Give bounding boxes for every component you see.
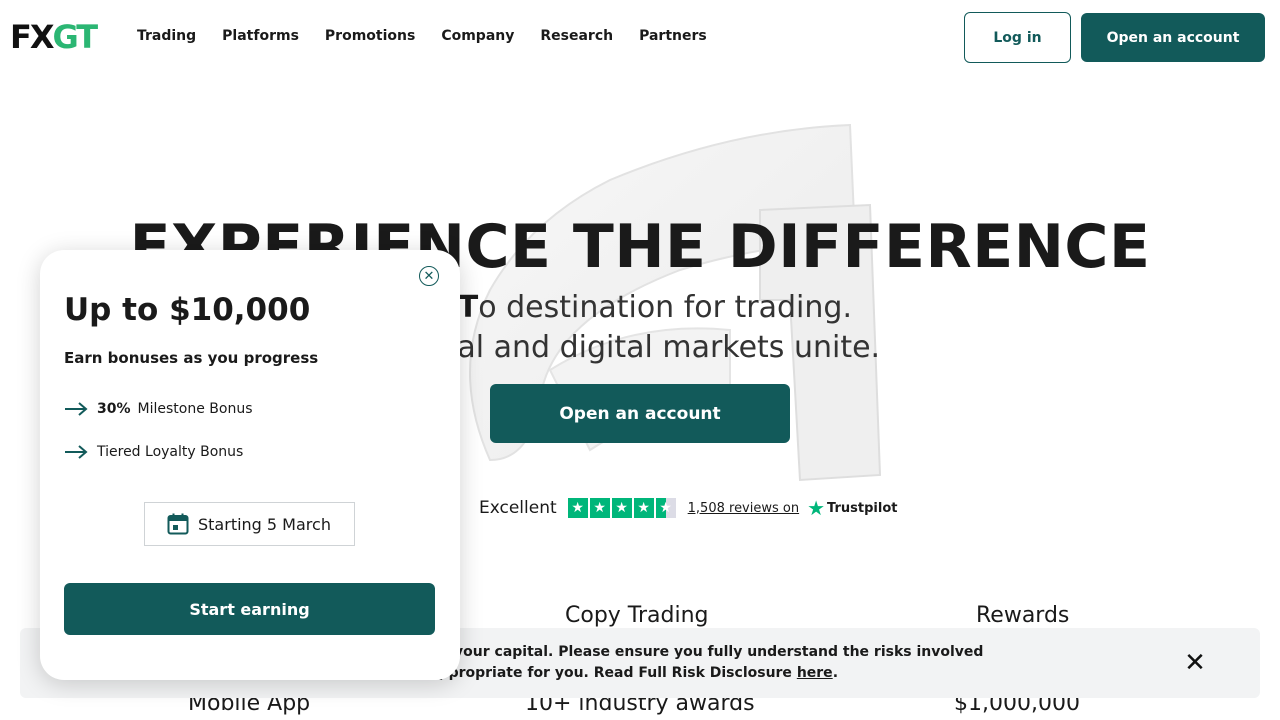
feature-rewards[interactable]: Rewards [976,603,1069,628]
nav-item-platforms[interactable]: Platforms [222,28,299,44]
arrow-right-icon [65,445,88,459]
page: FX GT Trading Platforms Promotions Compa… [0,0,1280,720]
star-icon: ★ [633,498,654,518]
close-circle-icon[interactable]: ✕ [419,266,439,286]
bonus-promo-popup: ✕ Up to $10,000 Earn bonuses as you prog… [40,250,460,680]
nav-item-promotions[interactable]: Promotions [325,28,415,44]
calendar-icon [167,513,189,535]
trustpilot-logo[interactable]: ★ Trustpilot [807,498,897,518]
popup-title: Up to $10,000 [64,292,311,328]
arrow-right-icon [65,402,88,416]
start-date-badge: Starting 5 March [144,502,355,546]
start-earning-button[interactable]: Start earning [64,583,435,635]
star-icon: ★ [589,498,610,518]
fxgt-logo[interactable]: FX GT [10,18,99,56]
logo-gt: GT [52,18,99,56]
trustpilot-widget: Excellent ★ ★ ★ ★ ★ 1,508 reviews on ★ Tr… [479,495,897,521]
nav-item-company[interactable]: Company [441,28,514,44]
site-header: FX GT Trading Platforms Promotions Compa… [0,0,1280,74]
feature-copy-trading[interactable]: Copy Trading [565,603,709,628]
half-star-icon: ★ [655,498,676,518]
open-account-button-header[interactable]: Open an account [1081,13,1265,62]
bonus-item-loyalty: Tiered Loyalty Bonus [64,442,243,462]
main-nav: Trading Platforms Promotions Company Res… [137,28,733,44]
nav-item-partners[interactable]: Partners [639,28,707,44]
nav-item-research[interactable]: Research [540,28,613,44]
bonus-item-milestone: 30% Milestone Bonus [64,399,252,419]
star-icon: ★ [567,498,588,518]
trustpilot-star-icon: ★ [807,496,826,520]
login-button[interactable]: Log in [964,12,1071,63]
trust-stars: ★ ★ ★ ★ ★ [567,498,676,518]
trust-rating-word: Excellent [479,498,557,518]
open-account-button-hero[interactable]: Open an account [490,384,790,443]
logo-fx: FX [10,18,55,56]
nav-item-trading[interactable]: Trading [137,28,196,44]
close-icon[interactable]: ✕ [1180,648,1210,678]
risk-disclosure-link[interactable]: here [797,665,833,681]
star-icon: ★ [611,498,632,518]
popup-subtitle: Earn bonuses as you progress [64,349,319,367]
trust-reviews-link[interactable]: 1,508 reviews on [688,501,799,516]
